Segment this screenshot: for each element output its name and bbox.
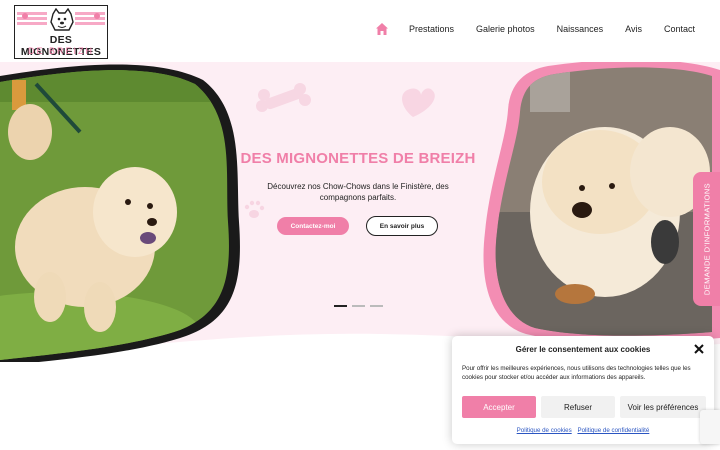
cookie-policy-link[interactable]: Politique de cookies xyxy=(517,427,572,434)
nav-item-galerie-photos[interactable]: Galerie photos xyxy=(476,24,535,34)
recaptcha-badge[interactable] xyxy=(700,410,720,444)
chow-chow-logo-icon xyxy=(50,8,74,31)
logo-ribbon-right xyxy=(75,12,105,25)
refuse-cookies-button[interactable]: Refuser xyxy=(541,396,615,418)
site-header: DES MIGNONETTES DE BREIZH Prestations Ga… xyxy=(0,0,720,62)
information-request-label: DEMANDE D'INFORMATIONS xyxy=(702,182,711,296)
cookie-consent-banner: Gérer le consentement aux cookies Pour o… xyxy=(452,336,714,444)
hero-photo-right xyxy=(495,67,712,336)
site-logo[interactable]: DES MIGNONETTES DE BREIZH xyxy=(14,5,108,59)
main-nav: Prestations Galerie photos Naissances Av… xyxy=(375,22,695,36)
nav-item-contact[interactable]: Contact xyxy=(664,24,695,34)
hero-description: Découvrez nos Chow-Chows dans le Finistè… xyxy=(267,182,449,202)
hero-title: DES MIGNONETTES DE BREIZH xyxy=(240,150,476,167)
cookie-title: Gérer le consentement aux cookies xyxy=(515,345,651,354)
nav-item-naissances[interactable]: Naissances xyxy=(557,24,604,34)
information-request-tab[interactable]: DEMANDE D'INFORMATIONS xyxy=(693,172,720,306)
home-icon[interactable] xyxy=(375,22,389,36)
slider-dot-3[interactable] xyxy=(370,305,383,307)
slider-dot-1[interactable] xyxy=(334,305,347,307)
view-preferences-button[interactable]: Voir les préférences xyxy=(620,396,706,418)
learn-more-button[interactable]: En savoir plus xyxy=(366,216,438,236)
accept-cookies-button[interactable]: Accepter xyxy=(462,396,536,418)
nav-item-avis[interactable]: Avis xyxy=(625,24,642,34)
slider-dot-2[interactable] xyxy=(352,305,365,307)
hero-background xyxy=(0,62,720,362)
privacy-policy-link[interactable]: Politique de confidentialité xyxy=(577,427,649,434)
hero-slider: DES MIGNONETTES DE BREIZH Découvrez nos … xyxy=(0,62,720,362)
cookie-links: Politique de cookies Politique de confid… xyxy=(452,427,714,434)
nav-item-prestations[interactable]: Prestations xyxy=(409,24,454,34)
logo-subtitle: DE BREIZH xyxy=(27,46,94,56)
close-icon[interactable] xyxy=(694,344,704,354)
cookie-text: Pour offrir les meilleures expériences, … xyxy=(462,365,691,381)
contact-me-button[interactable]: Contactez-moi xyxy=(277,217,349,235)
logo-ribbon-left xyxy=(17,12,47,25)
